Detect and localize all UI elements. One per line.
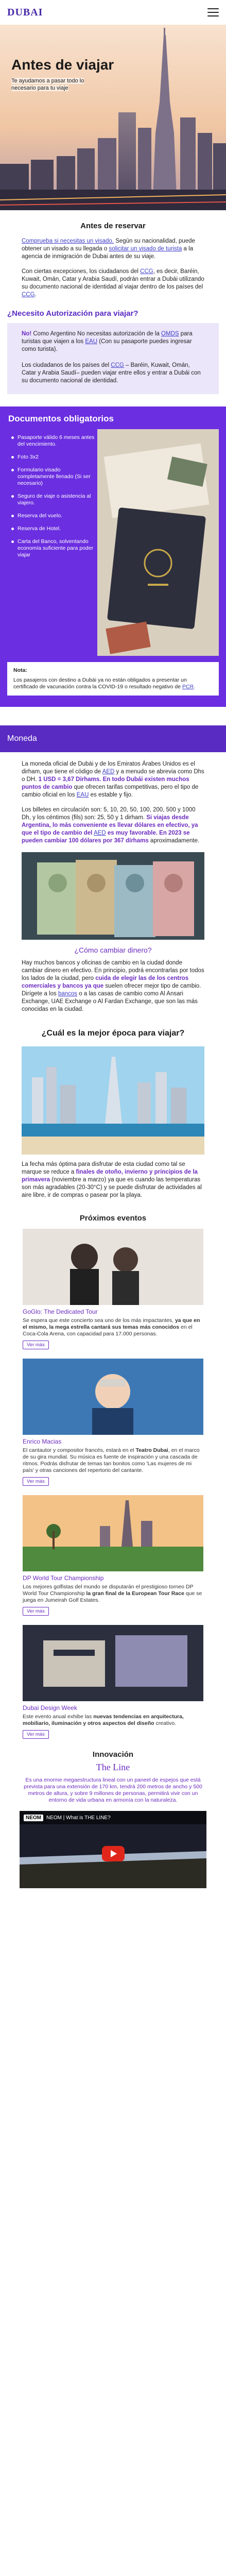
documents-title: Documentos obligatorios bbox=[8, 414, 114, 423]
hero-subtitle: Te ayudamos a pasar todo lo necesario pa… bbox=[11, 78, 84, 91]
event-card: Enrico Macias El cantautor y compositor … bbox=[23, 1359, 203, 1486]
best-season-section: La fecha más óptima para disfrutar de es… bbox=[0, 1046, 226, 1199]
dubai-skyline-image bbox=[0, 25, 226, 210]
gcc-link[interactable]: CCG bbox=[140, 268, 153, 275]
note-title: Nota: bbox=[13, 667, 27, 673]
hero-title: Antes de viajar bbox=[11, 57, 114, 73]
eau-link-2[interactable]: EAU bbox=[77, 792, 89, 798]
document-item: Reserva del vuelo. bbox=[10, 513, 95, 519]
event-more-button[interactable]: Ver más bbox=[23, 1607, 49, 1616]
gcc-link-3[interactable]: CCG bbox=[111, 362, 124, 368]
omds-link[interactable]: OMDS bbox=[161, 331, 179, 337]
before-booking-section: Antes de reservar Comprueba si necesitas… bbox=[0, 210, 226, 309]
event-name[interactable]: GoGlo: The Dedicated Tour bbox=[23, 1308, 203, 1315]
video-channel: NEOM bbox=[24, 1814, 43, 1821]
documents-section: Documentos obligatorios Pasaporte válido… bbox=[0, 406, 226, 707]
event-name[interactable]: Dubai Design Week bbox=[23, 1704, 203, 1711]
visa-check-link[interactable]: Comprueba si necesitas un visado. bbox=[22, 238, 114, 244]
document-item: Foto 3x2 bbox=[10, 454, 95, 461]
event-image[interactable] bbox=[23, 1625, 203, 1701]
change-money-paragraph: Hay muchos bancos y oficinas de cambio e… bbox=[22, 960, 204, 1012]
pcr-link[interactable]: PCR bbox=[182, 684, 194, 690]
covid-note: Nota: Los pasajeros con destino a Dubái … bbox=[7, 662, 219, 696]
menu-icon[interactable] bbox=[207, 8, 219, 16]
innovation-title: Innovación bbox=[92, 1750, 134, 1759]
visa-paragraph: Comprueba si necesitas un visado. Según … bbox=[22, 238, 195, 260]
currency-title: Moneda bbox=[7, 734, 37, 743]
banks-link[interactable]: bancos bbox=[58, 991, 77, 997]
event-image[interactable] bbox=[23, 1495, 203, 1571]
play-icon[interactable] bbox=[101, 1845, 125, 1861]
authorization-section: ¿Necesito Autorización para viajar? No! … bbox=[0, 309, 226, 394]
passport-photo bbox=[97, 429, 219, 656]
page: DUBAI Antes de viajar Te ayudamos a pasa… bbox=[0, 0, 226, 1906]
currency-section: La moneda oficial de Dubái y de los Emir… bbox=[0, 752, 226, 1013]
event-more-button[interactable]: Ver más bbox=[23, 1477, 49, 1486]
gcc-link-2[interactable]: CCG bbox=[22, 292, 35, 298]
tourist-visa-link[interactable]: solicitar un visado de turista bbox=[109, 246, 182, 252]
aed-link[interactable]: AED bbox=[102, 769, 115, 775]
currency-paragraph-2: Los billetes en circulación son: 5, 10, … bbox=[22, 807, 200, 844]
hero-banner: Antes de viajar Te ayudamos a pasar todo… bbox=[0, 25, 226, 210]
gcc-id-paragraph: Los ciudadanos de los países del CCG – B… bbox=[22, 362, 201, 384]
event-description: Este evento anual exhibe las nuevas tend… bbox=[23, 1714, 184, 1726]
site-logo[interactable]: DUBAI bbox=[7, 7, 43, 19]
currency-header-bar: Moneda bbox=[0, 725, 226, 752]
event-description: Se espera que este concierto sea uno de … bbox=[23, 1317, 200, 1337]
eau-link[interactable]: EAU bbox=[85, 338, 97, 345]
best-season-paragraph: La fecha más óptima para disfrutar de es… bbox=[22, 1161, 202, 1198]
event-description: El cantautor y compositor francés, estar… bbox=[23, 1447, 200, 1473]
site-header: DUBAI bbox=[0, 0, 226, 25]
event-card: DP World Tour Championship Los mejores g… bbox=[23, 1495, 203, 1616]
event-name[interactable]: DP World Tour Championship bbox=[23, 1574, 203, 1582]
event-card: GoGlo: The Dedicated Tour Se espera que … bbox=[23, 1229, 203, 1349]
change-money-title: ¿Cómo cambiar dinero? bbox=[74, 946, 152, 954]
video-title-bar: NEOM NEOM | What is THE LINE? bbox=[20, 1811, 206, 1824]
event-name[interactable]: Enrico Macias bbox=[23, 1438, 203, 1445]
event-description: Los mejores golfistas del mundo se dispu… bbox=[23, 1584, 202, 1603]
before-booking-title: Antes de reservar bbox=[80, 222, 146, 230]
authorization-title: ¿Necesito Autorización para viajar? bbox=[7, 309, 138, 318]
gcc-paragraph: Con ciertas excepciones, los ciudadanos … bbox=[22, 268, 204, 298]
event-image[interactable] bbox=[23, 1229, 203, 1305]
innovation-subtitle: The Line bbox=[96, 1762, 130, 1772]
note-text: Los pasajeros con destino a Dubái ya no … bbox=[13, 677, 196, 690]
document-item: Carta del Banco, solventando economía su… bbox=[10, 538, 95, 558]
document-item: Formulario visado completamente llenado … bbox=[10, 467, 95, 487]
document-item: Reserva de Hotel. bbox=[10, 526, 95, 532]
documents-list: Pasaporte válido 6 meses antes del venci… bbox=[7, 429, 97, 656]
youtube-video-embed[interactable]: NEOM NEOM | What is THE LINE? bbox=[20, 1811, 206, 1888]
document-item: Seguro de viaje o asistencia al viajero. bbox=[10, 493, 95, 506]
video-title[interactable]: NEOM | What is THE LINE? bbox=[46, 1815, 111, 1821]
currency-paragraph-1: La moneda oficial de Dubái y de los Emir… bbox=[22, 761, 204, 798]
best-season-title: ¿Cuál es la mejor época para viajar? bbox=[41, 1029, 185, 1038]
documents-content: Pasaporte válido 6 meses antes del venci… bbox=[7, 429, 219, 656]
dubai-beach-image bbox=[22, 1046, 204, 1155]
innovation-paragraph: Es una enorme megaestructura lineal con … bbox=[24, 1777, 202, 1803]
event-more-button[interactable]: Ver más bbox=[23, 1341, 49, 1349]
currency-banknotes-image bbox=[22, 852, 204, 940]
event-card: Dubai Design Week Este evento anual exhi… bbox=[23, 1625, 203, 1739]
event-more-button[interactable]: Ver más bbox=[23, 1730, 49, 1739]
event-image[interactable] bbox=[23, 1359, 203, 1435]
authorization-paragraph: No! Como Argentino No necesitas autoriza… bbox=[22, 331, 193, 352]
document-item: Pasaporte válido 6 meses antes del venci… bbox=[10, 434, 95, 448]
authorization-box: No! Como Argentino No necesitas autoriza… bbox=[7, 323, 219, 394]
events-title: Próximos eventos bbox=[79, 1214, 147, 1223]
aed-link-2[interactable]: AED bbox=[94, 830, 106, 836]
